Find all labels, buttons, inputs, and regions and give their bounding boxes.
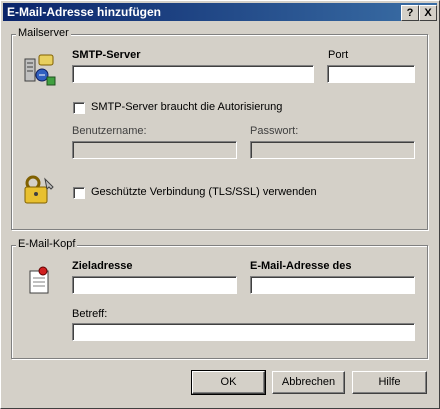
keys-lock-icon (24, 175, 54, 204)
title-bar[interactable]: E-Mail-Adresse hinzufügen ? X (3, 3, 437, 21)
server-phone-icon (24, 54, 56, 86)
help-title-button[interactable]: ? (401, 5, 419, 21)
smtp-server-label: SMTP-Server (72, 49, 141, 61)
dialog-window: E-Mail-Adresse hinzufügen ? X Mailserver… (0, 0, 440, 409)
subject-label: Betreff: (72, 308, 108, 320)
cancel-button[interactable]: Abbrechen (272, 371, 345, 394)
password-label: Passwort: (250, 125, 299, 137)
help-button[interactable]: Hilfe (352, 371, 427, 394)
sender-address-label: E-Mail-Adresse des (250, 260, 352, 272)
sender-address-input[interactable] (250, 276, 415, 294)
username-input[interactable] (72, 141, 237, 159)
auth-checkbox[interactable] (73, 102, 85, 114)
note-pin-icon (29, 266, 49, 294)
ok-button[interactable]: OK (191, 370, 266, 395)
port-input[interactable] (327, 65, 415, 83)
smtp-server-input[interactable] (72, 65, 314, 83)
email-header-group-label: E-Mail-Kopf (16, 238, 78, 250)
subject-input[interactable] (72, 323, 415, 341)
mailserver-group-label: Mailserver (16, 27, 71, 39)
window-title: E-Mail-Adresse hinzufügen (7, 5, 162, 19)
close-title-button[interactable]: X (419, 5, 437, 21)
password-input[interactable] (250, 141, 415, 159)
target-address-input[interactable] (72, 276, 237, 294)
port-label: Port (328, 49, 349, 61)
secure-connection-label[interactable]: Geschützte Verbindung (TLS/SSL) verwende… (91, 186, 317, 198)
username-label: Benutzername: (72, 125, 147, 137)
target-address-label: Zieladresse (72, 260, 133, 272)
auth-checkbox-label[interactable]: SMTP-Server braucht die Autorisierung (91, 101, 282, 113)
secure-connection-checkbox[interactable] (73, 187, 85, 199)
